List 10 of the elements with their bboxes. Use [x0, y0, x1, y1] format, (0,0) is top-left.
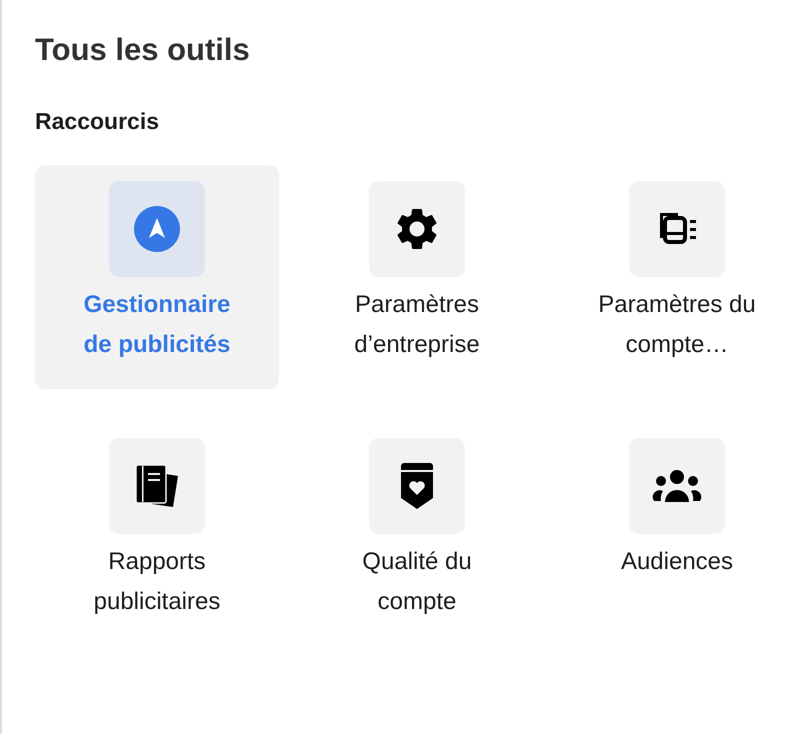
- shortcut-tile[interactable]: Rapports publicitaires: [35, 422, 279, 646]
- page-title: Tous les outils: [35, 31, 251, 69]
- shortcut-tile[interactable]: Paramètres d’entreprise: [295, 165, 539, 389]
- section-heading: Raccourcis: [35, 107, 160, 136]
- people-icon: [652, 469, 702, 503]
- shield-heart-icon: [399, 462, 435, 510]
- shortcut-tile[interactable]: Audiences: [555, 422, 799, 646]
- shortcut-tile[interactable]: Gestionnaire de publicités: [35, 165, 279, 389]
- shortcut-tile[interactable]: Paramètres du compte…: [555, 165, 799, 389]
- shortcut-tile[interactable]: Qualité du compte: [295, 422, 539, 646]
